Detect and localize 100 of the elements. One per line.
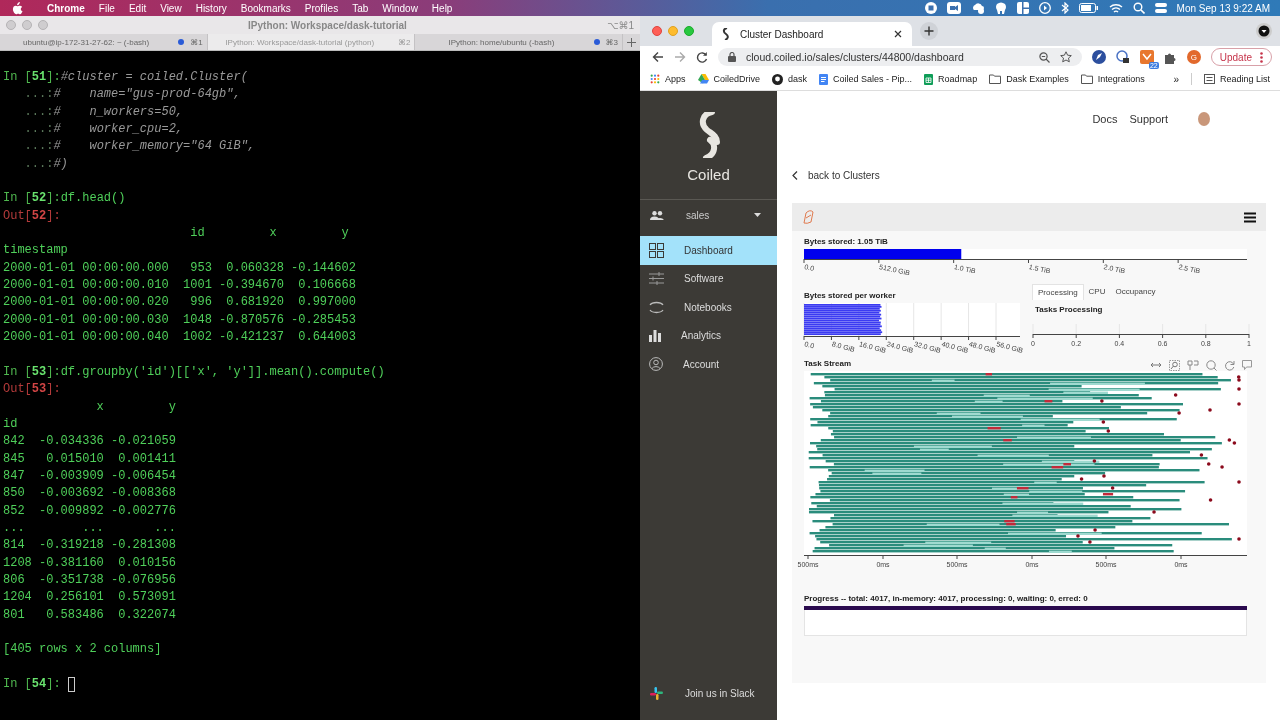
- nav-link[interactable]: Support: [1129, 113, 1168, 125]
- output-text: 847 -0.003909 -0.006454: [3, 467, 176, 485]
- tab-label: IPython: home/ubuntu (-bash): [447, 37, 556, 47]
- layout-icon[interactable]: [1016, 2, 1029, 14]
- new-tab-icon[interactable]: [627, 37, 636, 47]
- output-text: [405 rows x 2 columns]: [3, 641, 162, 659]
- chart-title: Bytes stored: 1.05 TiB: [804, 237, 889, 246]
- bookmark[interactable]: Dask Examples: [989, 74, 1069, 84]
- close-icon[interactable]: [894, 30, 902, 38]
- shortcut-label: ⌘3: [605, 37, 618, 47]
- address-bar[interactable]: cloud.coiled.io/sales/clusters/44800/dashboard: [718, 48, 1082, 66]
- control-center-icon[interactable]: [1154, 2, 1167, 14]
- bookmark[interactable]: CoiledDrive: [697, 74, 761, 84]
- menu-item[interactable]: Profiles: [304, 2, 339, 14]
- orbit-icon: [649, 299, 664, 315]
- team-selector[interactable]: sales: [640, 200, 777, 230]
- menu-item[interactable]: Bookmarks: [240, 2, 291, 14]
- menu-item[interactable]: Help: [431, 2, 453, 14]
- bookmark[interactable]: Coiled Sales - Pip...: [819, 73, 913, 85]
- menu-item[interactable]: Window: [382, 2, 418, 14]
- nav-link[interactable]: Docs: [1092, 113, 1118, 125]
- user-avatar[interactable]: [1198, 112, 1210, 126]
- input-prompt: ...:: [23, 138, 54, 156]
- menu-item[interactable]: History: [195, 2, 227, 14]
- reload-icon[interactable]: [696, 51, 708, 63]
- dropdown-caret-icon: [754, 213, 761, 217]
- zoom-in-icon[interactable]: [1206, 359, 1217, 371]
- play-icon[interactable]: [1038, 2, 1051, 14]
- input-prompt: In [51]:: [3, 69, 61, 86]
- input-prompt: ...:: [23, 121, 54, 139]
- terminal-tab[interactable]: ubuntu@ip-172-31-27-62: ~ (-bash) ⌘1: [0, 34, 208, 50]
- bar-chart-icon: [649, 329, 661, 342]
- clock[interactable]: Mon Sep 13 9:22 AM: [1176, 2, 1270, 14]
- star-icon[interactable]: [1059, 51, 1072, 63]
- bluetooth-icon[interactable]: [1060, 2, 1069, 14]
- back-icon[interactable]: [652, 51, 664, 63]
- tab-label: IPython: Workspace/dask-tutorial (python): [224, 37, 376, 47]
- output-text: 801 0.583486 0.322074: [3, 606, 176, 624]
- nav-item[interactable]: Notebooks: [640, 293, 777, 322]
- output-text: ... ... ...: [3, 519, 176, 537]
- bookmark[interactable]: Apps: [650, 74, 686, 84]
- chart-tab[interactable]: CPU: [1083, 284, 1111, 300]
- new-tab-icon[interactable]: [920, 22, 938, 40]
- chart-tab[interactable]: Processing: [1032, 284, 1084, 300]
- menu-item[interactable]: File: [98, 2, 115, 14]
- progress-text: Progress -- total: 4017, in-memory: 4017, processing: 0, waiting: 0, erred: 0: [804, 594, 1089, 603]
- bookmark[interactable]: Roadmap: [924, 73, 978, 85]
- input-prompt: In [52]:: [3, 190, 61, 208]
- slack-link[interactable]: Join us in Slack: [640, 678, 777, 708]
- more-bookmarks-button[interactable]: »: [1173, 73, 1179, 85]
- hover-icon[interactable]: [1242, 360, 1252, 370]
- nav-item[interactable]: Analytics: [640, 321, 777, 350]
- output-text: timestamp: [3, 242, 68, 260]
- search-icon[interactable]: [1132, 2, 1145, 14]
- output-text: 1208 -0.381160 0.010156: [3, 554, 176, 572]
- output-text: 2000-01-01 00:00:00.020 996 0.681920 0.997000: [3, 294, 356, 312]
- video-camera-icon[interactable]: [946, 2, 961, 14]
- menu-item[interactable]: Edit: [128, 2, 147, 14]
- nav-item[interactable]: Software: [640, 264, 777, 293]
- brand-name: Coiled: [687, 165, 730, 183]
- stop-icon[interactable]: [924, 2, 937, 14]
- input-prompt: ...:: [23, 86, 54, 104]
- menu-item[interactable]: View: [160, 2, 182, 14]
- shortcut-label: ⌥⌘1: [606, 19, 634, 31]
- battery-icon[interactable]: [1078, 3, 1099, 13]
- cloud-icon[interactable]: [970, 2, 985, 14]
- nav-item[interactable]: Account: [640, 350, 777, 379]
- update-button[interactable]: Update: [1210, 48, 1272, 66]
- bookmark[interactable]: Integrations: [1080, 74, 1145, 84]
- zoom-out-icon[interactable]: [1038, 51, 1050, 63]
- output-text: 842 -0.034336 -0.021059: [3, 433, 176, 451]
- terminal-tab[interactable]: IPython: home/ubuntu (-bash) ⌘3: [415, 34, 623, 50]
- apps-grid-icon: [650, 74, 660, 84]
- tab-search-icon[interactable]: [1256, 23, 1272, 39]
- reset-icon[interactable]: [1224, 359, 1235, 371]
- pan-icon[interactable]: [1150, 361, 1162, 369]
- menu-item[interactable]: Tab: [352, 2, 369, 14]
- wifi-icon[interactable]: [1108, 2, 1123, 14]
- zoom-icon[interactable]: [1169, 359, 1180, 371]
- shortcut-label: ⌘2: [397, 37, 411, 47]
- menu-icon[interactable]: [1244, 211, 1256, 223]
- github-icon: [772, 73, 784, 85]
- menu-item[interactable]: Chrome: [47, 2, 85, 14]
- folder-icon: [989, 74, 1002, 84]
- back-link[interactable]: back to Clusters: [792, 147, 1266, 203]
- output-text: 2000-01-01 00:00:00.010 1001 -0.394670 0.106668: [3, 277, 356, 295]
- sliders-icon: [649, 272, 664, 286]
- people-icon: [650, 210, 664, 220]
- nav-item[interactable]: Dashboard: [640, 236, 777, 265]
- chart-tab[interactable]: Occupancy: [1110, 284, 1161, 300]
- output-text: 2000-01-01 00:00:00.030 1048 -0.870576 -0.285453: [3, 311, 356, 329]
- browser-tab[interactable]: Cluster Dashboard: [712, 22, 912, 46]
- chevron-left-icon: [792, 170, 798, 180]
- output-text: 2000-01-01 00:00:00.040 1002 -0.421237 0.644003: [3, 329, 356, 347]
- bookmark[interactable]: dask: [772, 73, 808, 85]
- apple-icon[interactable]: [12, 1, 23, 15]
- output-text: id: [3, 415, 18, 433]
- slack-icon: [650, 686, 663, 700]
- reading-list-button[interactable]: Reading List: [1203, 74, 1270, 84]
- extension-icon[interactable]: [1139, 50, 1154, 64]
